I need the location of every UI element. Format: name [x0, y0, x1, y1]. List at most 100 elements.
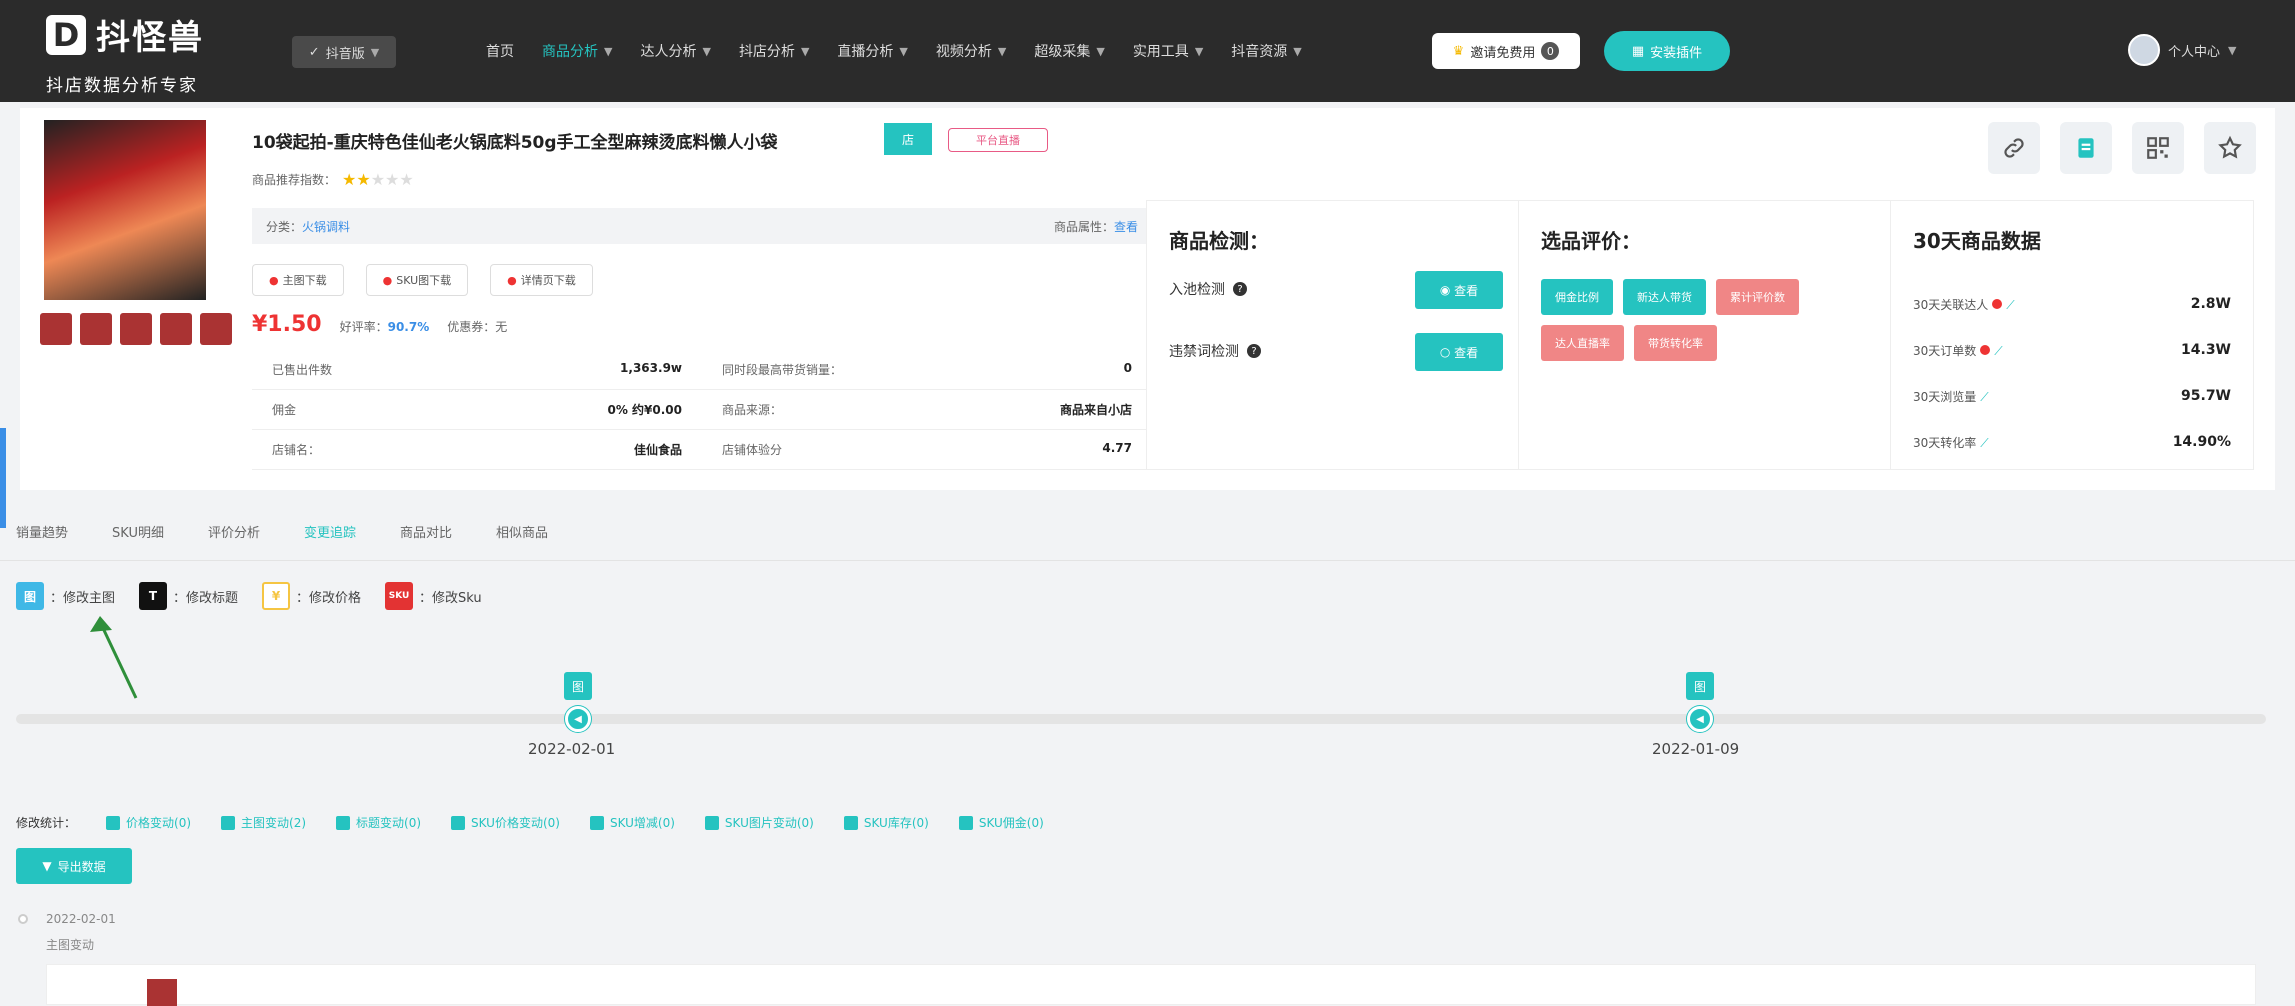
link-button[interactable]	[1988, 122, 2040, 174]
download-button[interactable]: ● 详情页下载	[490, 264, 593, 296]
evaluate-tag[interactable]: 新达人带货	[1623, 279, 1706, 315]
product-stats: 已售出件数 1,363.9w 同时段最高带货销量： 0 佣金 0% 约¥0.00 商品来源：…	[252, 350, 1152, 470]
export-button[interactable]: ▼ 导出数据	[16, 848, 132, 884]
stats-row: 店铺名： 佳仙食品 店铺体验分 4.77	[252, 430, 1152, 470]
data30-row: 30天转化率 ⟋ 14.90%	[1913, 419, 2231, 465]
stats-row: 佣金 0% 约¥0.00 商品来源： 商品来自小店	[252, 390, 1152, 430]
checkbox-icon	[106, 815, 121, 830]
legend-symbol-icon: T	[139, 582, 168, 610]
nav-item[interactable]: 达人分析 ▼	[640, 34, 710, 68]
timeline-image-icon[interactable]: 图	[564, 672, 592, 700]
invite-button[interactable]: ♛ 邀请免费用 0	[1432, 33, 1580, 69]
legend-label: ：修改价格	[296, 590, 362, 606]
alert-dot-icon	[1992, 298, 2003, 309]
trend-chart-icon[interactable]: ⟋	[2006, 298, 2014, 312]
evaluate-title: 选品评价：	[1541, 229, 1641, 253]
stat-cell: 已售出件数 1,363.9w	[252, 361, 702, 378]
category-link[interactable]: 火锅调料	[302, 220, 350, 234]
banned-words-button[interactable]: ○ 查看	[1415, 333, 1503, 371]
data30-row: 30天订单数 ⟋ 14.3W	[1913, 327, 2231, 373]
document-button[interactable]	[2060, 122, 2112, 174]
tab-item[interactable]: 相似商品	[496, 522, 548, 541]
data30-label-wrap: 30天订单数 ⟋	[1913, 342, 2003, 359]
legend-symbol-icon: SKU	[385, 582, 414, 610]
mod-stat-item[interactable]: 主图变动(2)	[221, 814, 306, 831]
chevron-down-icon: ▼	[997, 44, 1007, 58]
evaluate-tag[interactable]: 带货转化率	[1634, 325, 1717, 361]
tab-item[interactable]: SKU明细	[112, 522, 164, 541]
evaluate-tag[interactable]: 达人直播率	[1541, 325, 1624, 361]
tab-item[interactable]: 商品对比	[400, 522, 452, 541]
trend-chart-icon[interactable]: ⟋	[1980, 436, 1988, 450]
download-icon: ●	[382, 273, 393, 287]
check-icon: ✓	[308, 44, 320, 60]
user-menu[interactable]: 个人中心 ▼	[2128, 34, 2236, 66]
mod-stat-item[interactable]: SKU佣金(0)	[958, 814, 1044, 831]
product-thumbnail[interactable]	[120, 313, 152, 345]
favorite-button[interactable]	[2204, 122, 2256, 174]
qrcode-button[interactable]	[2132, 122, 2184, 174]
mod-stat-item[interactable]: SKU增减(0)	[589, 814, 675, 831]
trend-chart-icon[interactable]: ⟋	[1980, 390, 1988, 404]
log-type: 主图变动	[46, 938, 95, 952]
nav-item[interactable]: 直播分析 ▼	[837, 34, 907, 68]
nav-item[interactable]: 实用工具 ▼	[1133, 34, 1203, 68]
product-thumbnail[interactable]	[80, 313, 112, 345]
legend-label: ：修改主图	[50, 590, 116, 606]
question-icon[interactable]: ?	[1233, 282, 1247, 296]
download-button[interactable]: ● 主图下载	[252, 264, 344, 296]
nav-item[interactable]: 抖音资源 ▼	[1231, 34, 1301, 68]
timeline-image-icon[interactable]: 图	[1686, 672, 1714, 700]
search-icon: ○	[1439, 345, 1455, 359]
download-label: SKU图下载	[396, 274, 452, 287]
evaluate-tag[interactable]: 佣金比例	[1541, 279, 1613, 315]
attr-view-link[interactable]: 查看	[1114, 220, 1138, 234]
mod-stat-item[interactable]: 价格变动(0)	[106, 814, 191, 831]
change-timeline[interactable]	[16, 714, 2266, 724]
evaluate-tag[interactable]: 累计评价数	[1716, 279, 1799, 315]
log-date: 2022-02-01	[46, 912, 116, 926]
log-thumbnail[interactable]	[147, 979, 177, 1006]
pool-detect-row: 入池检测 ?	[1169, 279, 1247, 299]
checkbox-icon	[704, 815, 719, 830]
product-thumbnail[interactable]	[40, 313, 72, 345]
nav-item[interactable]: 首页	[486, 34, 514, 68]
product-main-image[interactable]	[44, 120, 206, 300]
nav-label: 直播分析	[837, 44, 894, 60]
data30-label-wrap: 30天转化率 ⟋	[1913, 434, 1989, 451]
mod-stat-item[interactable]: SKU价格变动(0)	[451, 814, 560, 831]
mod-stat-label: SKU佣金(0)	[978, 816, 1044, 830]
nav-item[interactable]: 视频分析 ▼	[936, 34, 1006, 68]
tab-divider	[0, 560, 2295, 561]
tab-item[interactable]: 评价分析	[208, 522, 260, 541]
legend-symbol-icon: 图	[16, 582, 44, 610]
annotation-arrow-icon	[90, 616, 138, 699]
download-button[interactable]: ● SKU图下载	[365, 264, 469, 296]
nav-label: 抖店分析	[738, 44, 795, 60]
brand-logo[interactable]: D 抖怪兽 抖店数据分析专家	[46, 10, 236, 96]
data30-value: 95.7W	[2181, 388, 2231, 404]
trend-chart-icon[interactable]: ⟋	[1994, 344, 2002, 358]
timeline-marker[interactable]: ◀	[1687, 706, 1713, 732]
data30-label-wrap: 30天浏览量 ⟋	[1913, 388, 1989, 405]
tab-item[interactable]: 变更追踪	[304, 522, 356, 541]
detect-label: 入池检测	[1169, 282, 1225, 298]
product-thumbnail[interactable]	[200, 313, 232, 345]
timeline-marker[interactable]: ◀	[565, 706, 591, 732]
download-label: 主图下载	[282, 274, 327, 287]
version-select[interactable]: ✓ 抖音版 ▼	[292, 36, 396, 68]
install-plugin-button[interactable]: ▦ 安装插件	[1604, 31, 1730, 71]
pool-detect-button[interactable]: ◉ 查看	[1415, 271, 1503, 309]
shop-tag[interactable]: 店	[884, 123, 932, 155]
install-plugin-label: 安装插件	[1650, 45, 1703, 61]
nav-item[interactable]: 抖店分析 ▼	[739, 34, 809, 68]
nav-item[interactable]: 商品分析 ▼	[542, 34, 612, 68]
mod-stat-item[interactable]: 标题变动(0)	[336, 814, 421, 831]
mod-stat-item[interactable]: SKU图片变动(0)	[704, 814, 814, 831]
stat-label: 店铺体验分	[722, 443, 783, 457]
tab-item[interactable]: 销量趋势	[16, 522, 68, 541]
product-thumbnail[interactable]	[160, 313, 192, 345]
question-icon[interactable]: ?	[1247, 344, 1261, 358]
nav-item[interactable]: 超级采集 ▼	[1034, 34, 1104, 68]
mod-stat-item[interactable]: SKU库存(0)	[843, 814, 929, 831]
